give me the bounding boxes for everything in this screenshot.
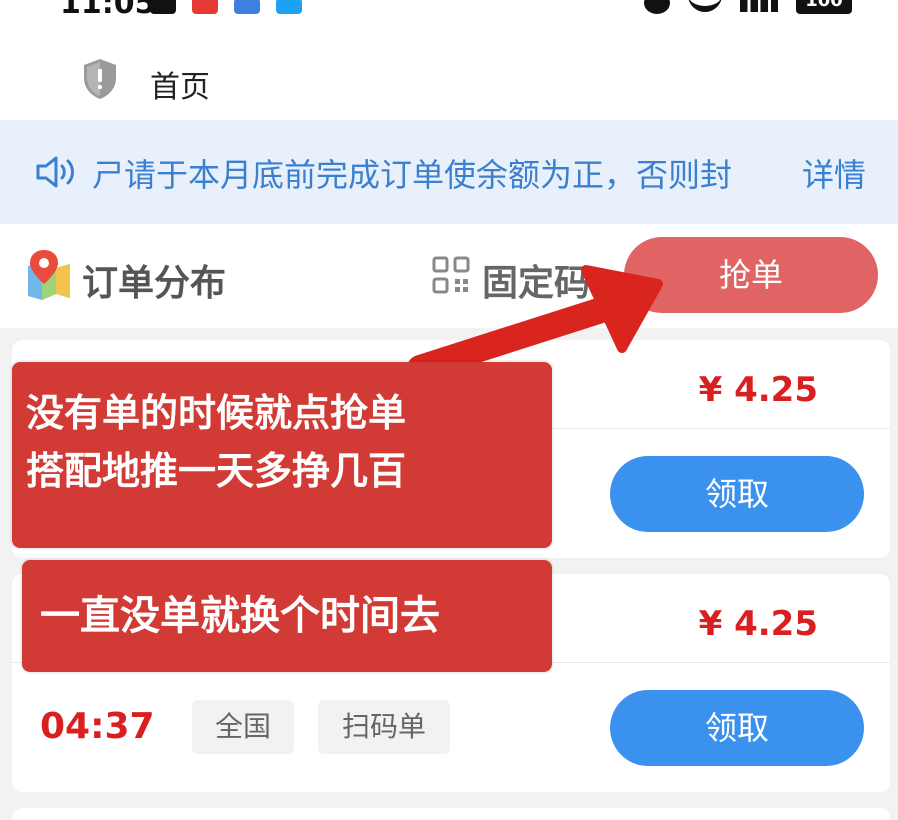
notice-bar[interactable]: ㄕ请于本月底前完成订单使余额为正，否则封 详情 bbox=[0, 120, 898, 224]
claim-button[interactable]: 领取 bbox=[610, 690, 864, 766]
qq-icon bbox=[276, 0, 302, 14]
app-notification-icon bbox=[234, 0, 260, 14]
order-card bbox=[12, 808, 890, 820]
order-countdown: 04:37 bbox=[40, 706, 155, 747]
red-packet-icon bbox=[192, 0, 218, 14]
annotation-arrow-icon bbox=[407, 265, 663, 381]
status-time: 11:05 bbox=[60, 0, 156, 21]
signal-icon bbox=[740, 0, 778, 12]
order-price: ¥ 4.25 bbox=[698, 604, 818, 644]
annotation-line-1: 没有单的时候就点抢单 bbox=[26, 391, 407, 435]
speaker-icon bbox=[36, 156, 74, 188]
annotation-line-2: 搭配地推一天多挣几百 bbox=[26, 449, 407, 493]
notice-text: ㄕ请于本月底前完成订单使余额为正，否则封 bbox=[92, 156, 733, 194]
shield-icon bbox=[84, 59, 116, 99]
battery-icon: 100 bbox=[796, 0, 852, 14]
top-nav: 首页 bbox=[0, 40, 898, 120]
order-price: ¥ 4.25 bbox=[698, 370, 818, 410]
notice-detail-link[interactable]: 详情 bbox=[802, 150, 866, 196]
claim-button[interactable]: 领取 bbox=[610, 456, 864, 532]
annotation-line-3: 一直没单就换个时间去 bbox=[40, 593, 440, 639]
system-icons: 100 bbox=[644, 0, 852, 14]
order-tag-region: 全国 bbox=[192, 700, 294, 754]
status-bar: 11:05 100 bbox=[0, 0, 898, 21]
annotation-box-advice: 一直没单就换个时间去 bbox=[22, 560, 552, 672]
tab-order-distribution[interactable]: 订单分布 bbox=[82, 254, 226, 306]
mail-icon bbox=[150, 0, 176, 14]
annotation-box-tip: 没有单的时候就点抢单 搭配地推一天多挣几百 bbox=[12, 362, 552, 548]
page-title: 首页 bbox=[150, 70, 210, 105]
order-tag-type: 扫码单 bbox=[318, 700, 450, 754]
wifi-icon bbox=[688, 0, 722, 12]
map-pin-icon bbox=[28, 250, 70, 300]
alarm-icon bbox=[644, 0, 670, 14]
notification-icons bbox=[150, 0, 302, 14]
